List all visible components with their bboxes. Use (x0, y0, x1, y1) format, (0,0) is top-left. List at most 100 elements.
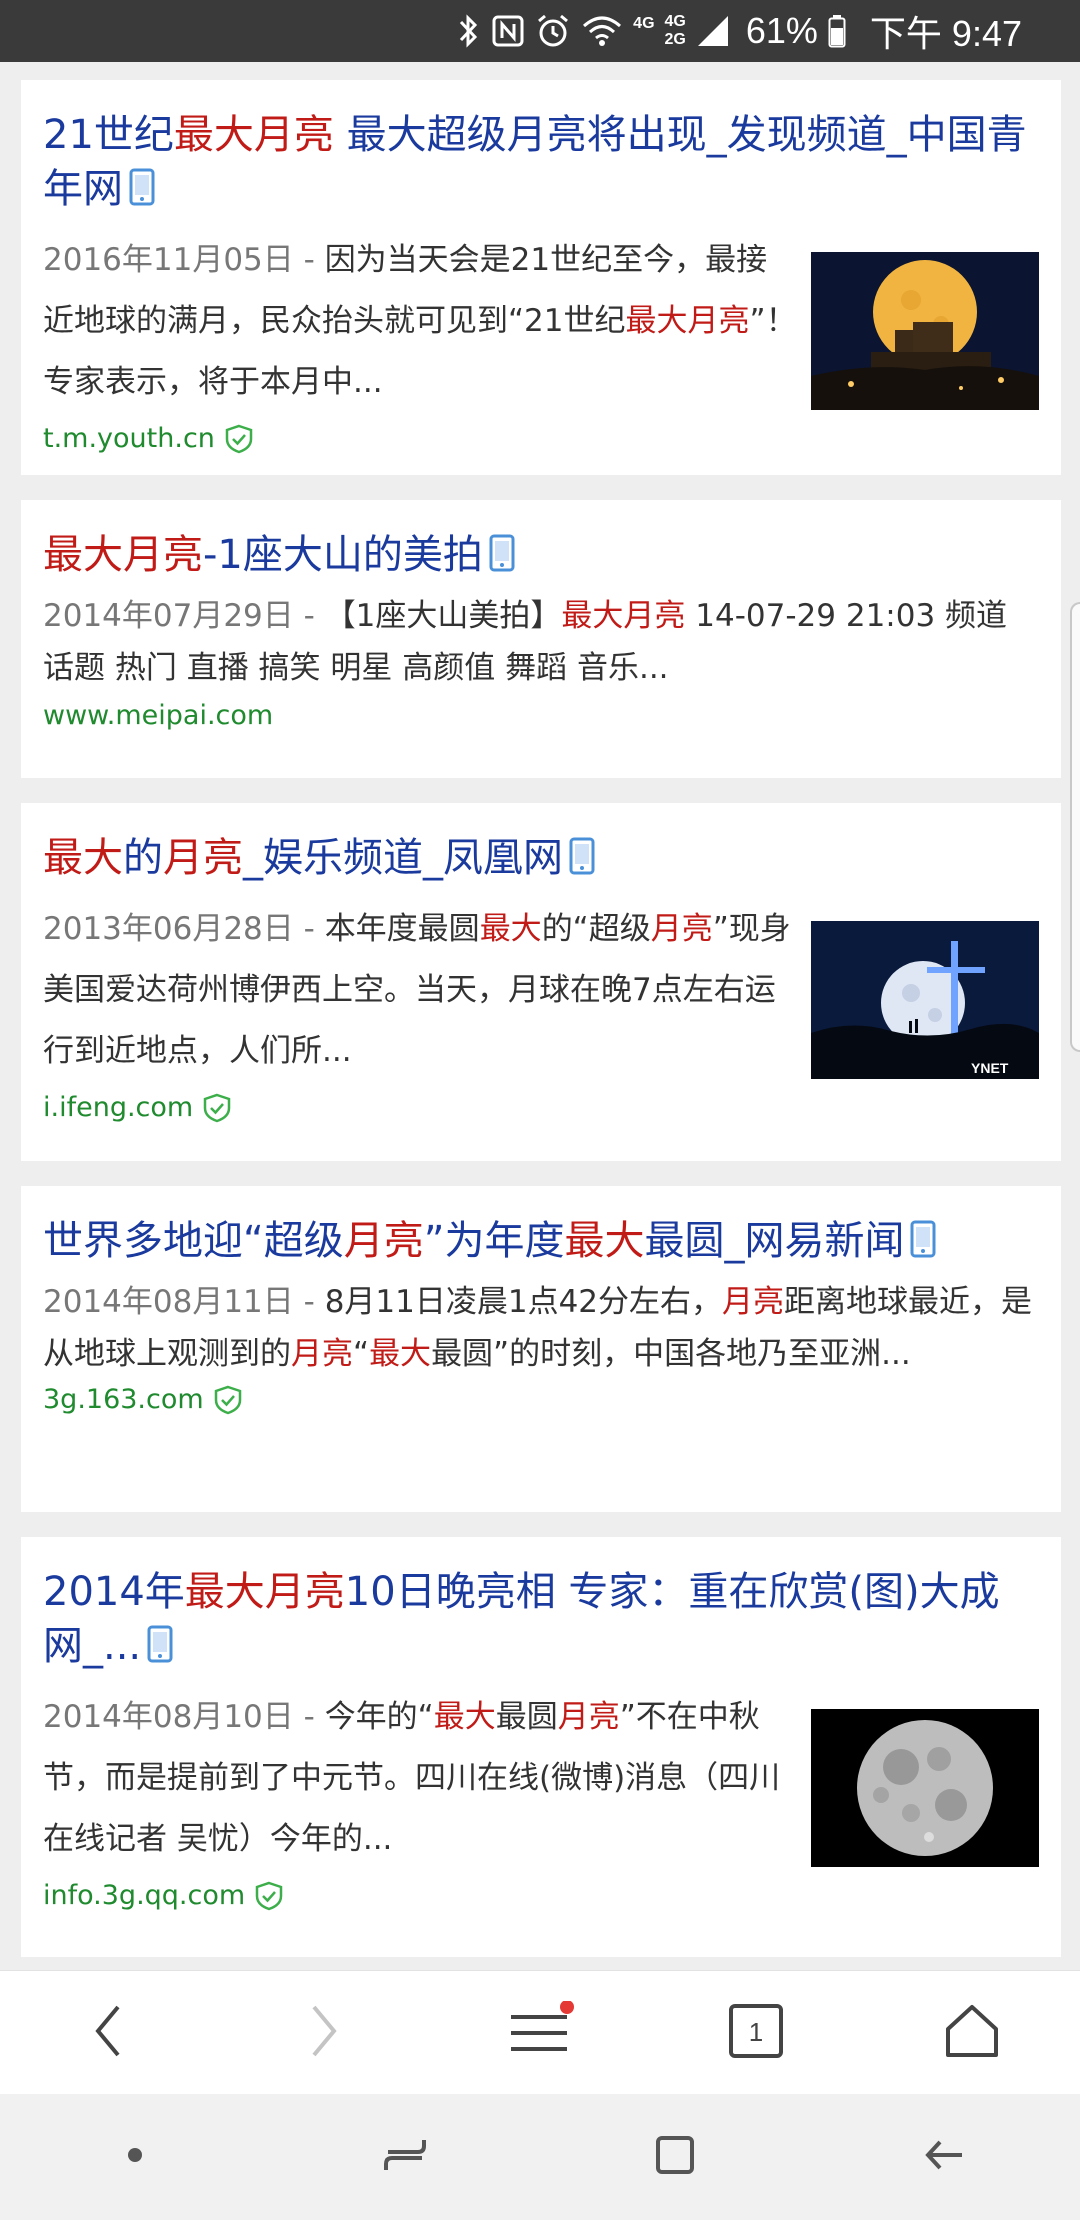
title-highlight: 最大月亮 (184, 1569, 345, 1615)
clock: 下午 9:47 (869, 13, 1022, 54)
snippet-highlight: 月亮 (722, 1284, 785, 1320)
title-text: 最圆_网易新闻 (644, 1218, 905, 1264)
recent-apps-icon (380, 2130, 430, 2184)
result-date: 2014年07月29日 - (43, 598, 325, 634)
home-button[interactable] (912, 1983, 1032, 2083)
result-title[interactable]: 最大的月亮_娱乐频道_凤凰网 (43, 831, 1039, 889)
snippet-text: 今年的“ (324, 1699, 434, 1735)
network-type-label: 4G (633, 15, 655, 32)
back-button[interactable] (48, 1983, 168, 2083)
result-card[interactable]: 21世纪最大月亮 最大超级月亮将出现_发现频道_中国青年网 2016年11月05… (21, 80, 1061, 475)
snippet-text: 最圆”的时刻，中国各地乃至亚洲... (431, 1336, 911, 1372)
snippet-highlight: 月亮 (650, 911, 713, 947)
snippet-text: “ (353, 1336, 370, 1372)
square-home-icon (650, 2130, 700, 2184)
snippet-highlight: 月亮 (557, 1699, 620, 1735)
title-highlight: 最大 (564, 1218, 645, 1264)
scroll-handle[interactable] (1070, 602, 1080, 1052)
snippet-highlight: 最大月亮 (625, 303, 750, 339)
title-text: ”为年度 (423, 1218, 565, 1264)
verified-shield-icon (225, 424, 253, 454)
search-results: 21世纪最大月亮 最大超级月亮将出现_发现频道_中国青年网 2016年11月05… (0, 62, 1080, 1970)
title-highlight: 最大 (43, 835, 123, 881)
result-date: 2016年11月05日 - (43, 242, 325, 278)
title-text: 21世纪 (43, 112, 174, 158)
snippet-text: 最圆 (495, 1699, 558, 1735)
result-snippet: 2014年07月29日 - 【1座大山美拍】最大月亮 14-07-29 21:0… (43, 590, 1039, 694)
result-snippet: 2016年11月05日 - 因为当天会是21世纪至今，最接近地球的满月，民众抬头… (43, 230, 797, 413)
alarm-icon (535, 11, 571, 51)
mobile-page-icon (910, 1218, 936, 1272)
system-back-button[interactable] (885, 2107, 1005, 2207)
forward-button[interactable] (264, 1983, 384, 2083)
battery-percentage: 61% (745, 10, 818, 51)
verified-shield-icon (255, 1881, 283, 1911)
result-date: 2014年08月11日 - (43, 1284, 325, 1320)
result-url[interactable]: www.meipai.com (43, 700, 1039, 731)
snippet-highlight: 最大 (433, 1699, 496, 1735)
snippet-highlight: 最大月亮 (561, 598, 686, 634)
menu-icon (505, 1999, 575, 2065)
result-snippet: 2014年08月11日 - 8月11日凌晨1点42分左右，月亮距离地球最近，是从… (43, 1276, 1039, 1380)
url-text: info.3g.qq.com (43, 1880, 246, 1911)
title-text: 世界多地迎“超级 (43, 1218, 344, 1264)
snippet-text: 本年度最圆 (324, 911, 480, 947)
tabs-button[interactable]: 1 (696, 1983, 816, 2083)
result-thumbnail[interactable]: YNET (811, 921, 1039, 1079)
result-url[interactable]: 3g.163.com (43, 1384, 1039, 1415)
battery-icon (828, 11, 846, 51)
result-date: 2013年06月28日 - (43, 911, 325, 947)
chevron-right-icon (304, 2001, 344, 2065)
result-card[interactable]: 最大月亮-1座大山的美拍 2014年07月29日 - 【1座大山美拍】最大月亮 … (21, 500, 1061, 778)
network-type-4g: 4G (664, 13, 686, 30)
recent-apps-button[interactable] (345, 2107, 465, 2207)
result-card[interactable]: 2014年最大月亮10日晚亮相 专家：重在欣赏(图)大成网_... 2014年0… (21, 1537, 1061, 1957)
title-text: 2014年 (43, 1569, 185, 1615)
network-stack: 4G 2G (665, 11, 686, 51)
result-card[interactable]: 世界多地迎“超级月亮”为年度最大最圆_网易新闻 2014年08月11日 - 8月… (21, 1186, 1061, 1512)
tab-count: 1 (748, 2017, 764, 2047)
mobile-page-icon (489, 532, 515, 586)
title-text: -1座大山的美拍 (203, 532, 483, 578)
snippet-highlight: 月亮 (291, 1336, 353, 1372)
result-url[interactable]: t.m.youth.cn (43, 423, 1039, 454)
result-date: 2014年08月10日 - (43, 1699, 325, 1735)
title-highlight: 最大月亮 (173, 112, 334, 158)
verified-shield-icon (214, 1385, 242, 1415)
assistant-dot-button[interactable] (75, 2107, 195, 2207)
result-url[interactable]: i.ifeng.com (43, 1092, 1039, 1123)
menu-button[interactable] (480, 1983, 600, 2083)
status-bar: 4G 4G 2G 61% 下午 9:47 (0, 0, 1080, 62)
title-highlight: 月亮 (343, 1218, 424, 1264)
result-thumbnail[interactable] (811, 1709, 1039, 1867)
result-title[interactable]: 2014年最大月亮10日晚亮相 专家：重在欣赏(图)大成网_... (43, 1565, 1039, 1677)
chevron-left-icon (88, 2001, 128, 2065)
snippet-highlight: 最大 (369, 1336, 432, 1372)
wifi-icon (581, 11, 623, 51)
result-url[interactable]: info.3g.qq.com (43, 1880, 1039, 1911)
browser-toolbar: 1 (0, 1970, 1080, 2094)
result-title[interactable]: 世界多地迎“超级月亮”为年度最大最圆_网易新闻 (43, 1214, 1039, 1272)
title-text: _娱乐频道_凤凰网 (243, 835, 563, 881)
result-snippet: 2014年08月10日 - 今年的“最大最圆月亮”不在中秋节，而是提前到了中元节… (43, 1687, 797, 1870)
title-highlight: 月亮 (163, 835, 243, 881)
title-highlight: 最大月亮 (43, 532, 203, 578)
result-snippet: 2013年06月28日 - 本年度最圆最大的“超级月亮”现身美国爱达荷州博伊西上… (43, 899, 797, 1082)
snippet-text: 8月11日凌晨1点42分左右， (324, 1284, 723, 1320)
home-system-button[interactable] (615, 2107, 735, 2207)
snippet-text: 的“超级 (541, 911, 651, 947)
signal-icon (696, 11, 730, 51)
url-text: t.m.youth.cn (43, 423, 215, 454)
result-thumbnail[interactable] (811, 252, 1039, 410)
mobile-page-icon (569, 835, 595, 889)
system-navigation-bar (0, 2094, 1080, 2220)
result-title[interactable]: 21世纪最大月亮 最大超级月亮将出现_发现频道_中国青年网 (43, 108, 1039, 220)
snippet-text: 【1座大山美拍】 (324, 598, 562, 634)
mobile-page-icon (147, 1623, 173, 1677)
result-title[interactable]: 最大月亮-1座大山的美拍 (43, 528, 1039, 586)
back-arrow-icon (920, 2130, 970, 2184)
url-text: i.ifeng.com (43, 1092, 194, 1123)
mobile-page-icon (129, 166, 155, 220)
network-type-2g: 2G (664, 31, 686, 48)
result-card[interactable]: 最大的月亮_娱乐频道_凤凰网 2013年06月28日 - 本年度最圆最大的“超级… (21, 803, 1061, 1161)
